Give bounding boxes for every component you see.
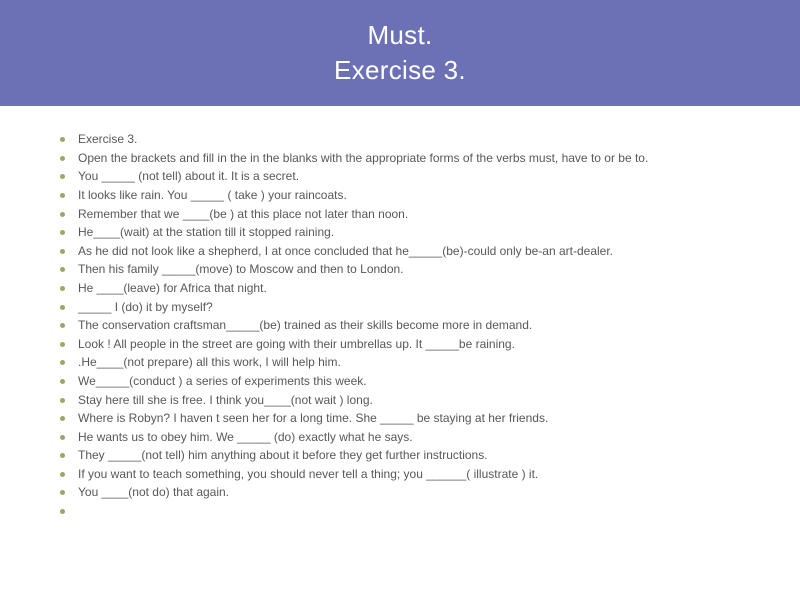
list-item: If you want to teach something, you shou… <box>60 465 760 484</box>
list-item: He____(wait) at the station till it stop… <box>60 223 760 242</box>
header-line1: Must. <box>0 18 800 53</box>
list-item: We_____(conduct ) a series of experiment… <box>60 372 760 391</box>
list-item: Look ! All people in the street are goin… <box>60 335 760 354</box>
list-item: As he did not look like a shepherd, I at… <box>60 242 760 261</box>
list-item: He ____(leave) for Africa that night. <box>60 279 760 298</box>
list-item: They _____(not tell) him anything about … <box>60 446 760 465</box>
slide-header: Must. Exercise 3. <box>0 0 800 106</box>
list-item: _____ I (do) it by myself? <box>60 298 760 317</box>
list-item: Remember that we ____(be ) at this place… <box>60 205 760 224</box>
list-item: You _____ (not tell) about it. It is a s… <box>60 167 760 186</box>
list-item: Stay here till she is free. I think you_… <box>60 391 760 410</box>
list-item: You ____(not do) that again. <box>60 483 760 502</box>
list-item: It looks like rain. You _____ ( take ) y… <box>60 186 760 205</box>
list-item: The conservation craftsman_____(be) trai… <box>60 316 760 335</box>
slide-content: Exercise 3. Open the brackets and fill i… <box>0 106 800 502</box>
list-item: Exercise 3. <box>60 130 760 149</box>
exercise-list: Exercise 3. Open the brackets and fill i… <box>60 130 760 502</box>
header-line2: Exercise 3. <box>0 53 800 88</box>
list-item: .He____(not prepare) all this work, I wi… <box>60 353 760 372</box>
list-item: Then his family _____(move) to Moscow an… <box>60 260 760 279</box>
list-item: Where is Robyn? I haven t seen her for a… <box>60 409 760 428</box>
list-item: Open the brackets and fill in the in the… <box>60 149 760 168</box>
list-item: He wants us to obey him. We _____ (do) e… <box>60 428 760 447</box>
